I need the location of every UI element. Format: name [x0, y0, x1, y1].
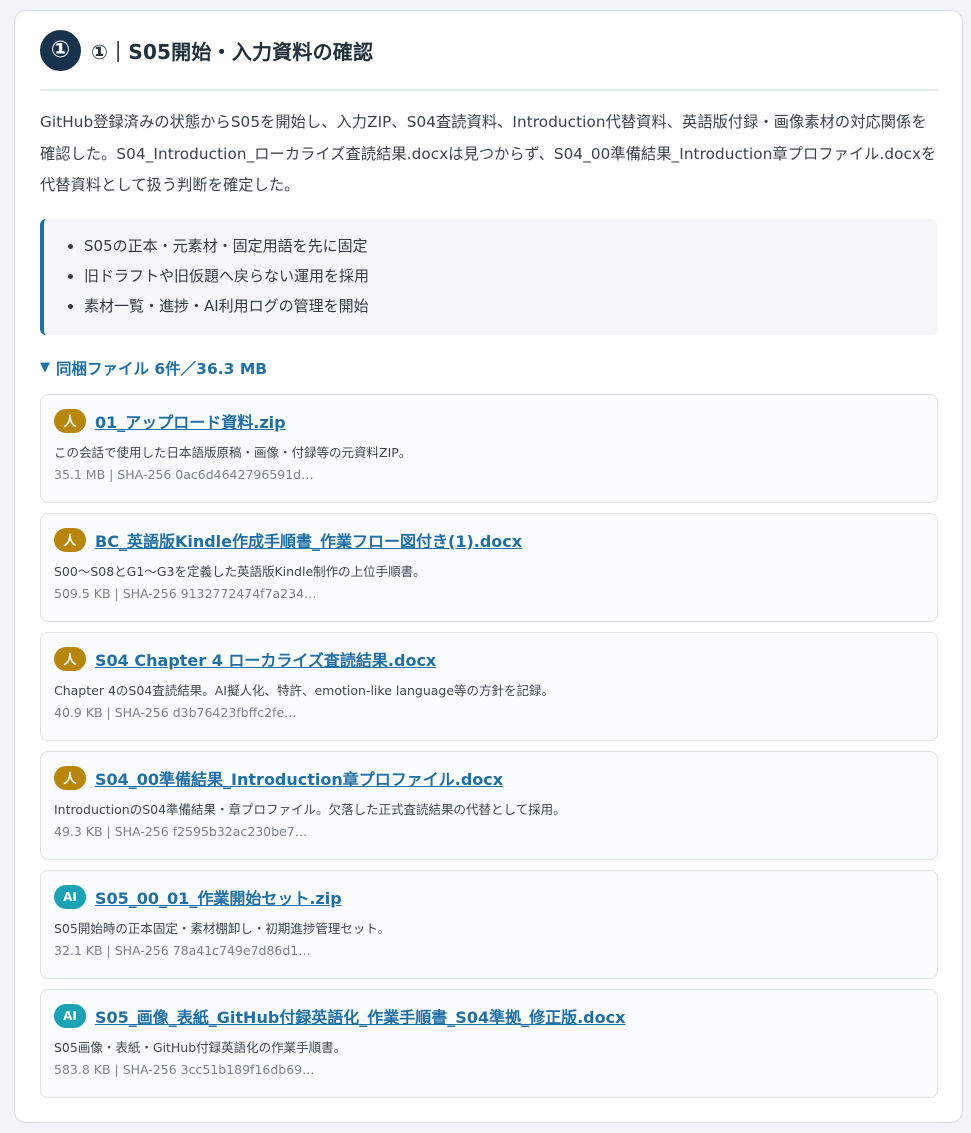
file-item: 人 BC_英語版Kindle作成手順書_作業フロー図付き(1).docx S00…	[40, 512, 938, 622]
attached-files-label: 同梱ファイル 6件／36.3 MB	[56, 359, 268, 378]
step-number-badge: ①	[40, 29, 81, 71]
file-description: S00〜S08とG1〜G3を定義した英語版Kindle制作の上位手順書。	[54, 563, 426, 579]
step-header: ① ①｜S05開始・入力資料の確認	[40, 11, 938, 91]
file-link[interactable]: S05_画像_表紙_GitHub付録英語化_作業手順書_S04準拠_修正版.do…	[95, 1004, 625, 1028]
triangle-down-icon: ▼	[40, 360, 50, 375]
attached-files-toggle[interactable]: ▼ 同梱ファイル 6件／36.3 MB	[40, 354, 938, 382]
key-point: S05の正本・元素材・固定用語を先に固定	[84, 231, 938, 261]
key-point: 素材一覧・進捗・AI利用ログの管理を開始	[84, 291, 938, 321]
file-item: 人 01_アップロード資料.zip この会話で使用した日本語版原稿・画像・付録等…	[40, 393, 938, 503]
human-badge: 人	[54, 646, 86, 671]
ai-badge: AI	[54, 884, 86, 909]
file-item: AI S05_画像_表紙_GitHub付録英語化_作業手順書_S04準拠_修正版…	[40, 988, 938, 1098]
file-meta: 40.9 KB | SHA-256 d3b76423fbffc2fe…	[54, 704, 297, 720]
file-link[interactable]: S04 Chapter 4 ローカライズ査読結果.docx	[95, 647, 436, 671]
human-badge: 人	[54, 527, 86, 552]
key-points-list: S05の正本・元素材・固定用語を先に固定 旧ドラフトや旧仮題へ戻らない運用を採用…	[66, 231, 938, 321]
human-badge: 人	[54, 408, 86, 433]
file-link[interactable]: S05_00_01_作業開始セット.zip	[95, 885, 342, 909]
file-description: S05開始時の正本固定・素材棚卸し・初期進捗管理セット。	[54, 920, 391, 936]
key-point: 旧ドラフトや旧仮題へ戻らない運用を採用	[84, 261, 938, 291]
file-link[interactable]: BC_英語版Kindle作成手順書_作業フロー図付き(1).docx	[95, 528, 522, 552]
file-meta: 583.8 KB | SHA-256 3cc51b189f16db69…	[54, 1061, 315, 1077]
file-item: 人 S04_00準備結果_Introduction章プロファイル.docx In…	[40, 750, 938, 860]
human-badge: 人	[54, 765, 86, 790]
step-card: ① ①｜S05開始・入力資料の確認 GitHub登録済みの状態からS05を開始し…	[14, 10, 963, 1123]
file-meta: 49.3 KB | SHA-256 f2595b32ac230be7…	[54, 823, 308, 839]
file-link[interactable]: S04_00準備結果_Introduction章プロファイル.docx	[95, 766, 503, 790]
file-meta: 509.5 KB | SHA-256 9132772474f7a234…	[54, 585, 317, 601]
ai-badge: AI	[54, 1003, 86, 1028]
step-summary: GitHub登録済みの状態からS05を開始し、入力ZIP、S04査読資料、Int…	[40, 113, 937, 194]
file-description: IntroductionのS04準備結果・章プロファイル。欠落した正式査読結果の…	[54, 801, 566, 817]
file-description: S05画像・表紙・GitHub付録英語化の作業手順書。	[54, 1039, 347, 1055]
file-item: AI S05_00_01_作業開始セット.zip S05開始時の正本固定・素材棚…	[40, 869, 938, 979]
key-points-callout: S05の正本・元素材・固定用語を先に固定 旧ドラフトや旧仮題へ戻らない運用を採用…	[40, 218, 938, 335]
file-item: 人 S04 Chapter 4 ローカライズ査読結果.docx Chapter …	[40, 631, 938, 741]
file-description: Chapter 4のS04査読結果。AI擬人化、特許、emotion-like …	[54, 682, 555, 698]
file-list: 人 01_アップロード資料.zip この会話で使用した日本語版原稿・画像・付録等…	[40, 393, 938, 1098]
file-link[interactable]: 01_アップロード資料.zip	[95, 409, 286, 433]
step-title: ①｜S05開始・入力資料の確認	[91, 39, 374, 64]
file-meta: 32.1 KB | SHA-256 78a41c749e7d86d1…	[54, 942, 311, 958]
file-description: この会話で使用した日本語版原稿・画像・付録等の元資料ZIP。	[54, 444, 412, 460]
file-meta: 35.1 MB | SHA-256 0ac6d4642796591d…	[54, 466, 314, 482]
